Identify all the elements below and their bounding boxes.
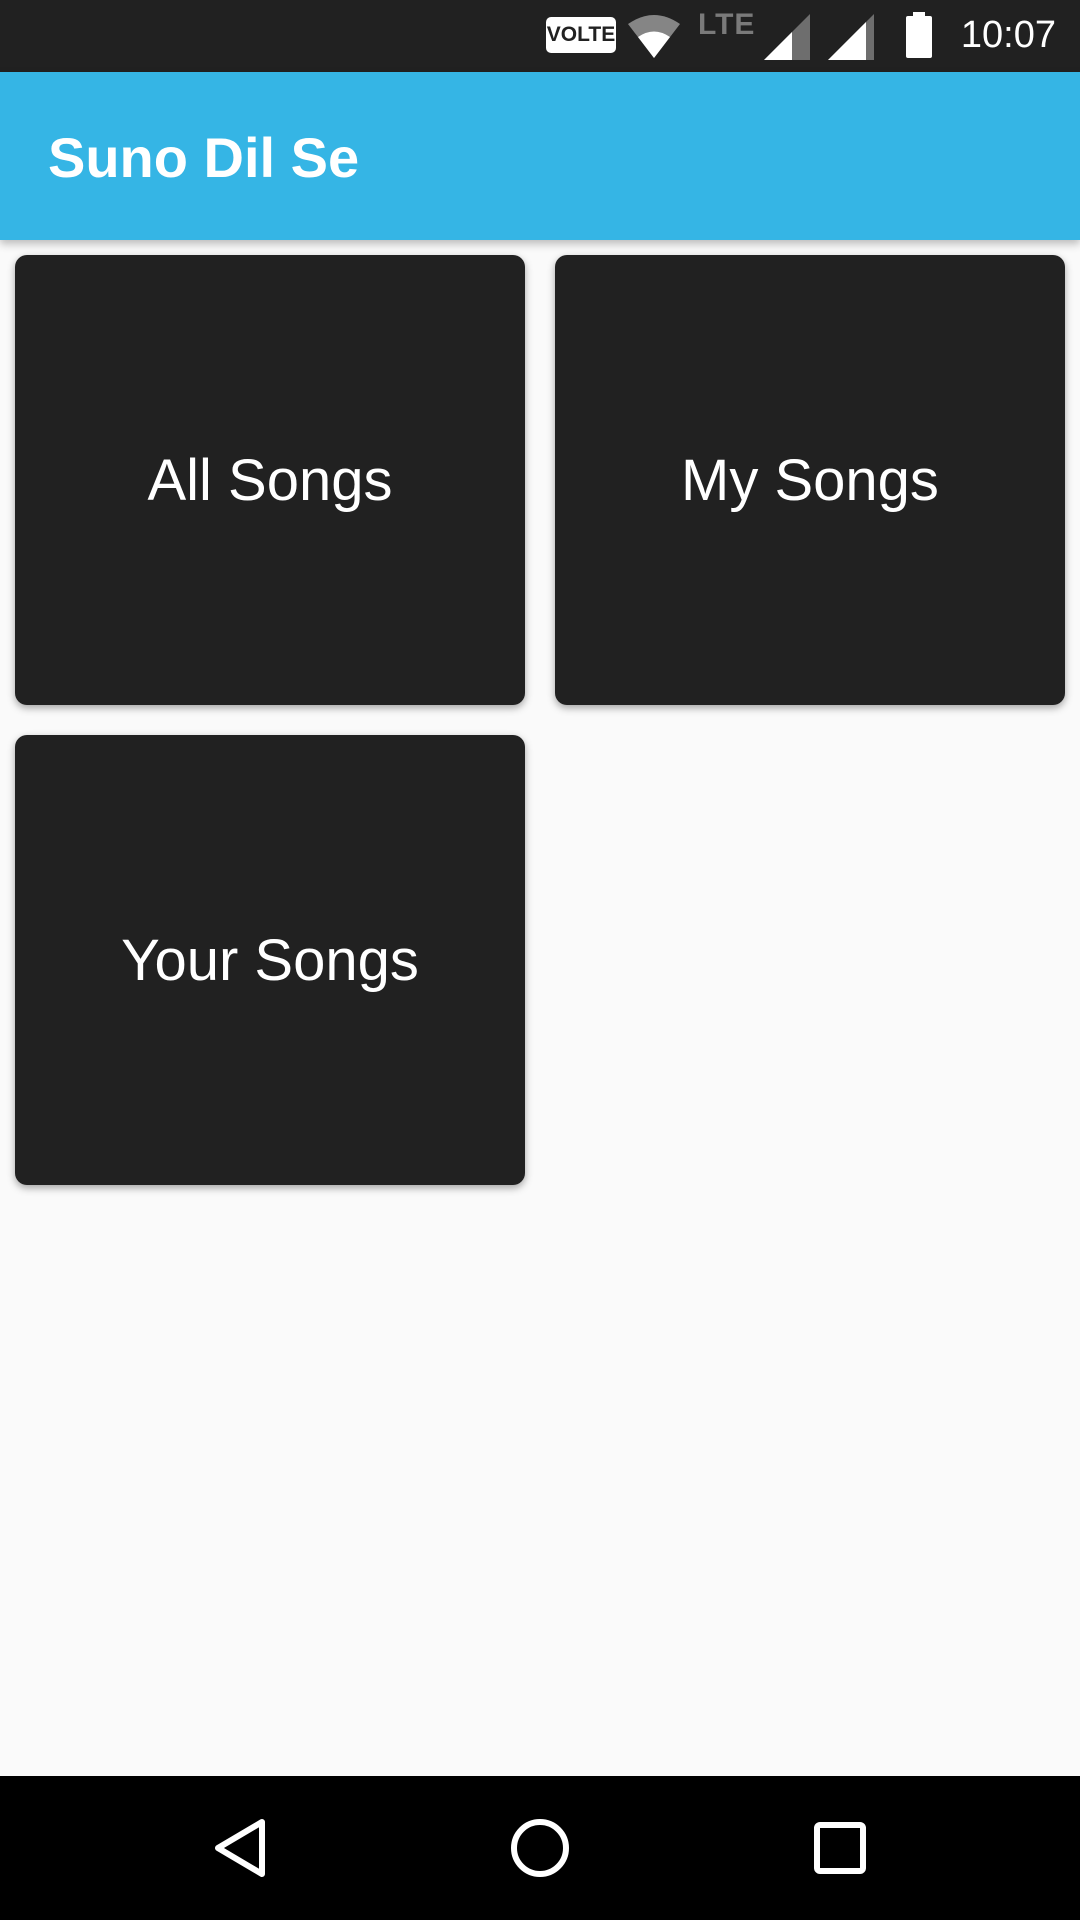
status-bar: VOLTE LTE 10:07 (0, 0, 1080, 72)
my-songs-tile[interactable]: My Songs (555, 255, 1065, 705)
recents-button[interactable] (798, 1806, 882, 1890)
recents-icon (814, 1822, 866, 1874)
your-songs-tile[interactable]: Your Songs (15, 735, 525, 1185)
network-type-label: LTE (698, 8, 756, 41)
back-icon (215, 1819, 265, 1877)
home-button[interactable] (498, 1806, 582, 1890)
app-title: Suno Dil Se (48, 126, 360, 189)
my-songs-label: My Songs (681, 447, 939, 513)
app-bar: Suno Dil Se (0, 72, 1080, 240)
all-songs-label: All Songs (147, 447, 393, 513)
signal-icon (764, 14, 810, 60)
home-icon (511, 1819, 569, 1877)
wifi-icon (628, 15, 680, 58)
your-songs-label: Your Songs (121, 927, 419, 993)
volte-icon: VOLTE (546, 17, 616, 53)
battery-icon (906, 12, 932, 58)
status-time: 10:07 (960, 14, 1056, 56)
signal-icon (828, 14, 874, 60)
back-button[interactable] (198, 1806, 282, 1890)
navigation-bar (0, 1776, 1080, 1920)
all-songs-tile[interactable]: All Songs (15, 255, 525, 705)
